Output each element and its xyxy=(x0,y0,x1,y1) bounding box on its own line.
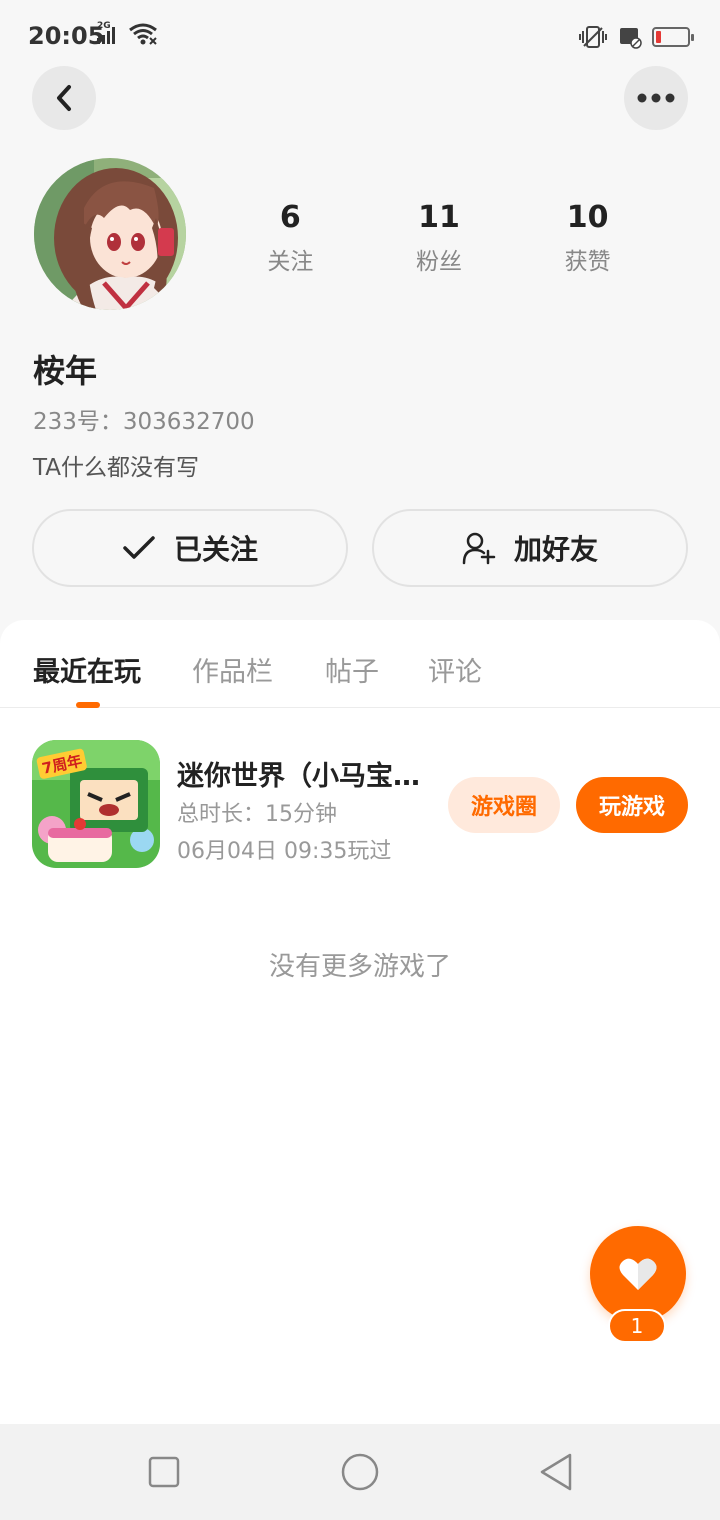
stat-value: 6 xyxy=(279,200,301,235)
game-icon[interactable]: 7周年 xyxy=(32,740,160,868)
like-fab-button[interactable] xyxy=(590,1226,686,1322)
play-game-button[interactable]: 玩游戏 xyxy=(576,777,688,833)
home-icon xyxy=(341,1453,379,1491)
no-more-games-text: 没有更多游戏了 xyxy=(268,952,451,982)
stat-value: 10 xyxy=(566,200,609,235)
status-left-icons: 2G xyxy=(96,21,158,46)
recent-apps-icon xyxy=(148,1456,180,1488)
more-horizontal-icon xyxy=(637,93,675,103)
user-bio: TA什么都没有写 xyxy=(33,455,199,481)
heart-icon xyxy=(619,1258,657,1290)
home-button[interactable] xyxy=(340,1452,380,1492)
profile-stats: 6 关注 11 粉丝 10 获赞 xyxy=(216,198,662,276)
more-button[interactable] xyxy=(624,66,688,130)
tab-recently-played[interactable]: 最近在玩 xyxy=(33,650,141,689)
vibrate-icon xyxy=(579,26,607,48)
system-nav-bar xyxy=(0,1424,720,1520)
game-title: 迷你世界（小马宝… xyxy=(177,761,420,792)
stat-label: 关注 xyxy=(267,249,314,275)
add-friend-button[interactable]: 加好友 xyxy=(372,509,688,587)
tab-bar: 最近在玩 作品栏 帖子 评论 xyxy=(0,620,720,708)
game-list-item[interactable]: 7周年 迷你世界（小马宝… 总时长：15分钟 06月04日 09:35玩过 游戏… xyxy=(32,740,688,870)
anime-girl-avatar xyxy=(34,158,186,310)
signal-icon: 2G xyxy=(96,21,122,46)
avatar[interactable] xyxy=(34,158,186,310)
stat-label: 粉丝 xyxy=(416,249,462,275)
tab-indicator xyxy=(76,702,100,708)
back-icon xyxy=(540,1453,572,1491)
nav-back-button[interactable] xyxy=(536,1452,576,1492)
add-friend-label: 加好友 xyxy=(513,533,598,566)
stat-following[interactable]: 6 关注 xyxy=(216,198,365,276)
username: 桉年 xyxy=(33,352,98,390)
battery-icon xyxy=(652,27,694,47)
tab-comments[interactable]: 评论 xyxy=(428,650,482,689)
sim-icon xyxy=(620,28,642,49)
chevron-left-icon xyxy=(57,85,71,111)
game-last-played: 06月04日 09:35玩过 xyxy=(177,839,392,864)
game-circle-button[interactable]: 游戏圈 xyxy=(448,777,560,833)
stat-value: 11 xyxy=(418,200,460,235)
wifi-icon xyxy=(129,23,157,45)
game-duration: 总时长：15分钟 xyxy=(177,802,337,827)
stat-fans[interactable]: 11 粉丝 xyxy=(365,198,514,276)
followed-label: 已关注 xyxy=(173,533,258,566)
status-right-icons xyxy=(578,24,694,50)
back-button[interactable] xyxy=(32,66,96,130)
recent-apps-button[interactable] xyxy=(144,1452,184,1492)
tab-posts[interactable]: 帖子 xyxy=(325,650,379,689)
add-user-icon xyxy=(462,532,496,565)
stat-label: 获赞 xyxy=(564,249,611,275)
battery-level xyxy=(656,31,661,43)
checkmark-icon xyxy=(123,536,155,559)
followed-button[interactable]: 已关注 xyxy=(32,509,348,587)
status-bar: 20:05 2G xyxy=(0,0,720,76)
stat-likes[interactable]: 10 获赞 xyxy=(513,198,662,276)
mini-world-game-icon: 7周年 xyxy=(32,740,160,868)
user-id: 233号：303632700 xyxy=(33,409,255,435)
like-count-badge: 1 xyxy=(608,1309,666,1343)
status-time: 20:05 xyxy=(28,22,105,50)
tab-works[interactable]: 作品栏 xyxy=(192,650,273,689)
